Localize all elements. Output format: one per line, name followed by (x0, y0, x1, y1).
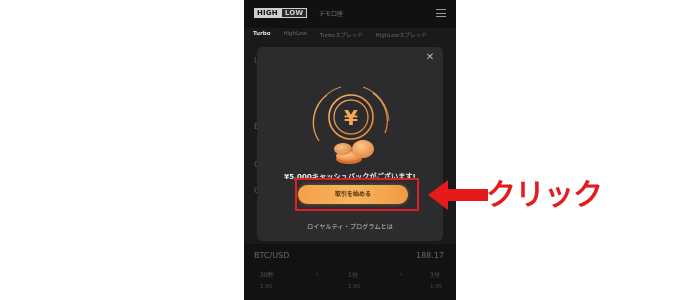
duration-option[interactable]: 3分 (430, 270, 440, 279)
tab-turbo[interactable]: Turbo (244, 28, 275, 44)
close-icon[interactable]: ✕ (425, 53, 435, 63)
asset-price: 188.17 (416, 251, 444, 260)
tab-highlow[interactable]: HighLow (275, 28, 311, 44)
payout-value: 1.95 (430, 284, 443, 290)
logo-high: HIGH (254, 8, 281, 18)
duration-option[interactable]: 30秒 (260, 270, 274, 279)
chevron-right-icon: › (316, 271, 319, 278)
hamburger-menu-icon[interactable] (436, 9, 446, 18)
app-header: HIGH LOW デモ口座 (244, 0, 456, 28)
payout-value: 1.95 (348, 284, 361, 290)
account-label: デモ口座 (319, 11, 344, 18)
highlow-logo[interactable]: HIGH LOW (254, 8, 308, 18)
loyalty-program-link[interactable]: ロイヤルティ・プログラムとは (257, 222, 443, 231)
phone-screen: HIGH LOW デモ口座 Turbo HighLow Turboスプレッド H… (244, 0, 456, 300)
tab-highlow-spread[interactable]: HighLowスプレッド (367, 28, 431, 44)
trade-type-tabs: Turbo HighLow Turboスプレッド HighLowスプレッド (244, 28, 456, 44)
page: HIGH LOW デモ口座 Turbo HighLow Turboスプレッド H… (0, 0, 700, 300)
logo-low: LOW (280, 8, 308, 18)
cashback-modal: ✕ ¥ ¥5,000キャッシュバックがございます! 取引を始める ロイヤルティ・… (257, 47, 443, 241)
start-trading-button[interactable]: 取引を始める (298, 185, 408, 204)
asset-card-btcusd[interactable]: BTC/USD 188.17 30秒 › 1分 › 3分 1.95 1.95 1… (244, 244, 456, 300)
payout-value: 1.95 (260, 284, 273, 290)
click-annotation-label: クリック (486, 178, 603, 213)
duration-option[interactable]: 1分 (348, 270, 358, 279)
chevron-right-icon: › (400, 271, 403, 278)
coin-illustration-icon: ¥ (312, 86, 390, 164)
tab-turbo-spread[interactable]: Turboスプレッド (311, 28, 367, 44)
svg-text:¥: ¥ (344, 106, 358, 130)
asset-pair: BTC/USD (254, 251, 290, 260)
